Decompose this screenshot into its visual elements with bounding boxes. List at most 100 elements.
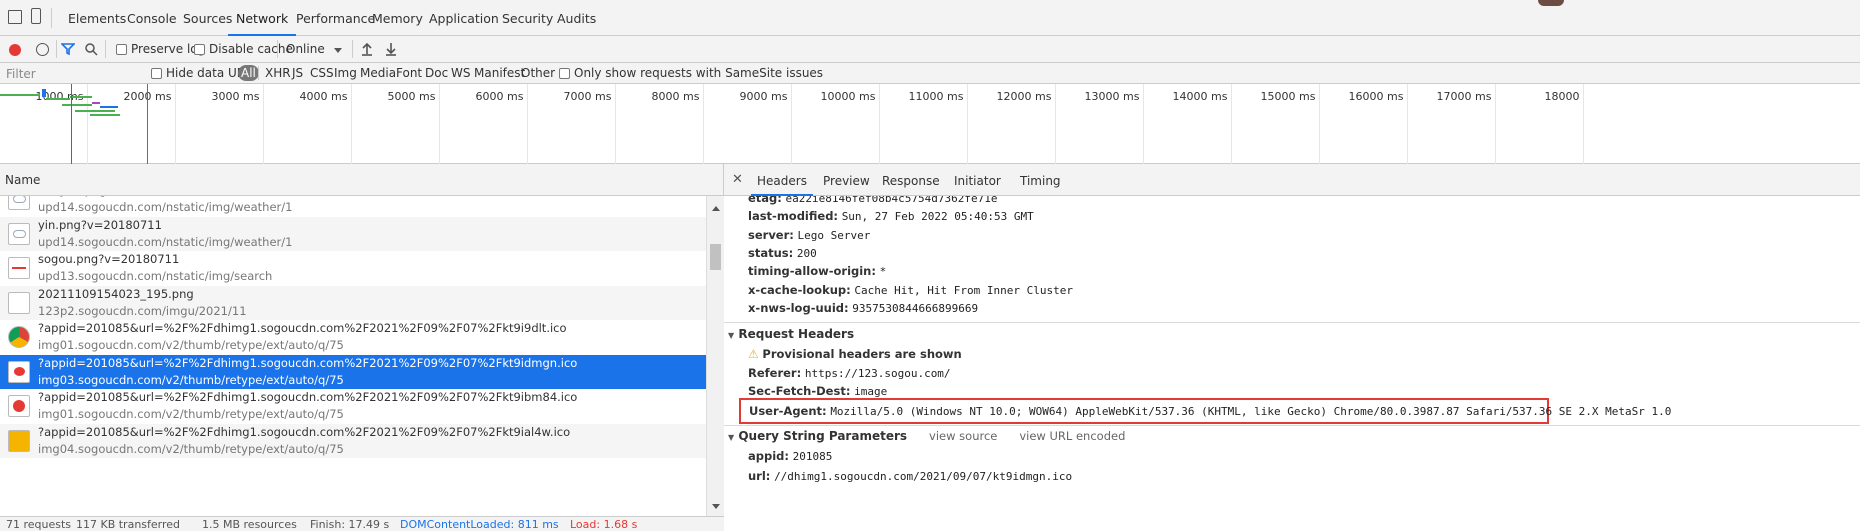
status-load: Load: 1.68 s xyxy=(570,518,638,531)
request-row[interactable]: ?appid=201085&url=%2F%2Fdhimg1.sogoucdn.… xyxy=(0,423,706,458)
tab-network[interactable]: Network xyxy=(228,0,297,36)
filter-type-doc[interactable]: Doc xyxy=(425,66,448,80)
search-icon[interactable] xyxy=(84,42,98,56)
timeline-gridline xyxy=(614,84,616,164)
filter-icon[interactable] xyxy=(61,42,75,56)
timeline-gridline xyxy=(1318,84,1320,164)
domcontentloaded-line xyxy=(71,84,72,164)
name-header-label: Name xyxy=(5,173,41,187)
header-name: x-cache-lookup: xyxy=(748,282,851,297)
disable-cache-checkbox[interactable] xyxy=(194,44,205,55)
filter-type-manifest[interactable]: Manifest xyxy=(474,66,525,80)
filter-type-media[interactable]: Media xyxy=(360,66,396,80)
request-row[interactable]: yin.png?v=20180711 upd14.sogoucdn.com/nst… xyxy=(0,216,706,251)
samesite-checkbox[interactable] xyxy=(559,68,570,79)
filter-type-font[interactable]: Font xyxy=(396,66,422,80)
request-row[interactable]: ?appid=201085&url=%2F%2Fdhimg1.sogoucdn.… xyxy=(0,320,706,354)
scroll-up-icon[interactable] xyxy=(712,206,720,211)
filter-type-ws[interactable]: WS xyxy=(451,66,470,80)
clear-icon[interactable] xyxy=(36,43,49,56)
response-header-row: last-modified: Sun, 27 Feb 2022 05:40:53… xyxy=(748,209,1034,223)
request-name: yin.png?v=20180711 xyxy=(38,217,162,232)
timeline-tick-label: 16000 ms xyxy=(1348,90,1404,103)
import-har-icon[interactable] xyxy=(361,42,373,56)
status-transferred: 117 KB transferred xyxy=(76,518,181,531)
request-header-row: Sec-Fetch-Dest: image xyxy=(748,384,887,398)
inspect-element-icon[interactable] xyxy=(8,10,22,24)
dropdown-arrow-icon[interactable] xyxy=(334,48,342,53)
preserve-log-checkbox[interactable] xyxy=(116,44,127,55)
waterfall-bar xyxy=(75,110,115,112)
filter-type-css[interactable]: CSS xyxy=(310,66,334,80)
header-name: Referer: xyxy=(748,366,802,380)
filter-type-js[interactable]: JS xyxy=(292,66,303,80)
status-domcontentloaded: DOMContentLoaded: 811 ms xyxy=(400,518,559,531)
waterfall-bar xyxy=(46,98,70,100)
expand-triangle-icon: ▼ xyxy=(728,331,735,340)
response-header-row: server: Lego Server xyxy=(748,228,870,242)
filter-type-img[interactable]: Img xyxy=(334,66,357,80)
view-source-link[interactable]: view source xyxy=(929,429,997,443)
detail-tab-timing[interactable]: Timing xyxy=(1014,164,1067,196)
timeline-tick-label: 17000 ms xyxy=(1436,90,1492,103)
close-icon[interactable]: ✕ xyxy=(732,172,743,187)
filter-type-all[interactable]: All xyxy=(238,65,259,81)
timeline-gridline xyxy=(438,84,440,164)
disable-cache-label: Disable cache xyxy=(209,42,293,56)
timeline-overview[interactable]: 1000 ms 2000 ms 3000 ms 4000 ms 5000 ms 6000 … xyxy=(0,84,1860,164)
devtools-tab-bar: Elements Console Sources Network Perform… xyxy=(0,0,1860,36)
divider xyxy=(51,8,52,28)
expand-triangle-icon: ▼ xyxy=(728,433,735,442)
scroll-thumb[interactable] xyxy=(710,244,721,270)
request-name: sogou.png?v=20180711 xyxy=(38,252,180,266)
timeline-tick-label: 15000 ms xyxy=(1260,90,1316,103)
request-row[interactable]: duoyun.png?v=20180711 upd14.sogoucdn.com/… xyxy=(0,196,706,216)
record-icon[interactable] xyxy=(9,44,21,56)
detail-tab-response[interactable]: Response xyxy=(876,164,946,196)
request-headers-section[interactable]: ▼ Request Headers xyxy=(728,327,854,341)
timeline-tick-label: 6000 ms xyxy=(475,90,524,103)
waterfall-bar xyxy=(92,102,100,104)
throttling-select[interactable]: Online xyxy=(286,42,325,56)
section-title: Request Headers xyxy=(738,327,855,341)
yellow-logo-icon xyxy=(8,429,30,452)
request-name: ?appid=201085&url=%2F%2Fdhimg1.sogoucdn.… xyxy=(38,424,571,439)
timeline-tick-label: 7000 ms xyxy=(563,90,612,103)
tab-audits[interactable]: Audits xyxy=(549,0,604,36)
waterfall-bar xyxy=(70,96,92,98)
timeline-gridline xyxy=(1582,84,1584,164)
timeline-tick-label: 18000 xyxy=(1544,90,1580,103)
cloud-icon xyxy=(8,222,30,245)
detail-tab-preview[interactable]: Preview xyxy=(817,164,876,196)
view-url-encoded-link[interactable]: view URL encoded xyxy=(1019,429,1125,443)
chrome-icon xyxy=(8,326,30,348)
divider xyxy=(352,40,353,58)
request-path: upd14.sogoucdn.com/nstatic/img/weather/1 xyxy=(38,200,293,214)
request-row[interactable]: ?appid=201085&url=%2F%2Fdhimg1.sogoucdn.… xyxy=(0,354,706,389)
request-list-scrollbar[interactable] xyxy=(706,196,724,516)
device-toolbar-icon[interactable] xyxy=(31,8,41,24)
export-har-icon[interactable] xyxy=(385,42,397,56)
filter-type-other[interactable]: Other xyxy=(521,66,555,80)
request-row[interactable]: ?appid=201085&url=%2F%2Fdhimg1.sogoucdn.… xyxy=(0,389,706,423)
network-toolbar: Preserve log Disable cache Online xyxy=(0,36,1860,63)
header-value: Cache Hit, Hit From Inner Cluster xyxy=(854,283,1073,297)
request-row[interactable]: sogou.png?v=20180711 upd13.sogoucdn.com/n… xyxy=(0,251,706,285)
request-path: upd14.sogoucdn.com/nstatic/img/weather/1 xyxy=(38,234,293,249)
filter-input[interactable]: Filter xyxy=(6,67,142,81)
filter-type-xhr[interactable]: XHR xyxy=(265,66,291,80)
header-name: User-Agent: xyxy=(749,404,827,418)
timeline-gridline xyxy=(174,84,176,164)
query-string-section[interactable]: ▼ Query String Parameters view source view… xyxy=(728,429,1125,443)
samesite-label: Only show requests with SameSite issues xyxy=(574,66,824,80)
request-name: duoyun.png?v=20180711 xyxy=(38,196,188,197)
detail-tab-initiator[interactable]: Initiator xyxy=(948,164,1007,196)
warning-icon: ⚠ xyxy=(748,347,759,361)
timeline-gridline xyxy=(1142,84,1144,164)
header-name: url: xyxy=(748,469,771,483)
request-row[interactable]: 20211109154023_195.png 123p2.sogoucdn.com… xyxy=(0,285,706,320)
name-column-header[interactable]: Name xyxy=(0,164,724,196)
scroll-down-icon[interactable] xyxy=(712,504,720,509)
hide-data-urls-checkbox[interactable] xyxy=(151,68,162,79)
detail-tab-headers[interactable]: Headers xyxy=(751,164,813,196)
